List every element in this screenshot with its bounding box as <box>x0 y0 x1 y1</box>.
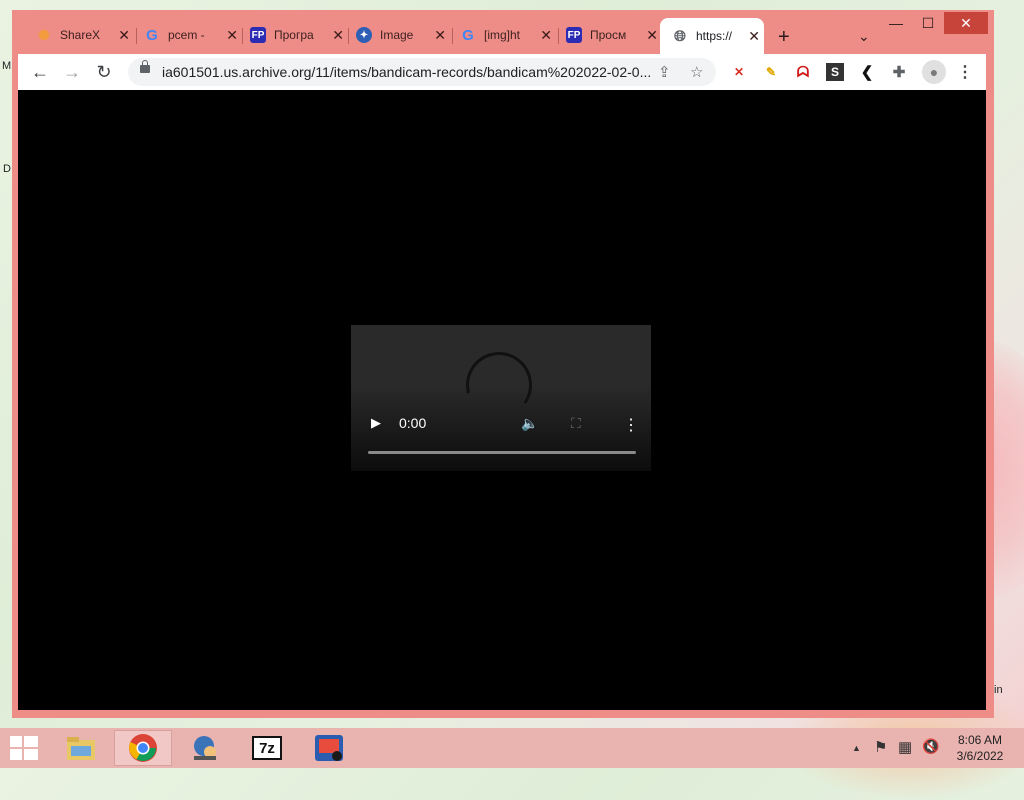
clock-time: 8:06 AM <box>957 733 1003 747</box>
browser-toolbar: ← → ↻ ia601501.us.archive.org/11/items/b… <box>18 54 986 90</box>
tab-pcem[interactable]: G pcem - ✕ <box>132 22 242 48</box>
forward-button[interactable]: → <box>60 60 84 84</box>
puzzle-extensions-icon[interactable]: ✚ <box>890 63 908 81</box>
tab-active-archive[interactable]: 🌐︎ https:// ✕ <box>660 18 764 54</box>
tab-title: Просм <box>590 28 627 42</box>
tab-title: [img]ht <box>484 28 521 42</box>
maximize-button[interactable]: ☐ <box>914 12 942 34</box>
minimize-button[interactable]: — <box>882 12 910 34</box>
installer-icon[interactable] <box>300 730 358 766</box>
lock-icon[interactable] <box>140 60 150 73</box>
chrome-icon[interactable] <box>114 730 172 766</box>
tab-close-icon[interactable]: ✕ <box>332 27 344 44</box>
tab-sharex[interactable]: ✺ ShareX ✕ <box>24 22 134 48</box>
tab-close-icon[interactable]: ✕ <box>226 27 238 44</box>
tab-close-icon[interactable]: ✕ <box>646 27 658 44</box>
video-player[interactable]: ▶ 0:00 🔈 ⛶ ⋮ <box>351 325 651 471</box>
back-button[interactable]: ← <box>28 60 52 84</box>
7zip-logo: 7z <box>252 736 282 760</box>
action-center-flag-icon[interactable]: ⚑ <box>874 738 887 756</box>
volume-icon[interactable]: 🔈 <box>521 415 538 432</box>
s-extension-icon[interactable]: S <box>826 63 844 81</box>
tab-title: Програ <box>274 28 314 42</box>
profile-icon[interactable]: ● <box>922 60 946 84</box>
play-button[interactable]: ▶ <box>371 415 381 431</box>
tray-chevron-icon[interactable]: ▲ <box>852 743 861 753</box>
url-text[interactable]: ia601501.us.archive.org/11/items/bandica… <box>162 64 652 80</box>
installer-box-icon <box>315 735 343 761</box>
file-explorer-icon[interactable] <box>52 730 110 766</box>
tab-close-icon[interactable]: ✕ <box>434 27 446 44</box>
more-options-icon[interactable]: ⋮ <box>623 415 639 435</box>
tab-programma[interactable]: FP Програ ✕ <box>238 22 348 48</box>
system-clock[interactable]: 8:06 AM 3/6/2022 <box>950 732 1010 764</box>
close-window-button[interactable]: ✕ <box>944 12 988 34</box>
tab-title: pcem - <box>168 28 205 42</box>
chevron-extension-icon[interactable]: ❮ <box>858 63 876 81</box>
taskbar: 7z ▲ ⚑ ▦ 🔇 8:06 AM 3/6/2022 <box>0 728 1024 768</box>
fullscreen-icon[interactable]: ⛶ <box>571 415 581 432</box>
menu-kebab-icon[interactable]: ⋮ <box>956 63 974 81</box>
tab-close-icon[interactable]: ✕ <box>118 27 130 44</box>
tab-search-button[interactable]: ⌄ <box>858 28 870 45</box>
share-icon[interactable]: ⇪ <box>658 63 671 81</box>
tab-img-search[interactable]: G [img]ht ✕ <box>448 22 556 48</box>
globe-user-icon <box>194 736 216 760</box>
browser-window: ✺ ShareX ✕ G pcem - ✕ FP Програ ✕ ✦ Imag… <box>12 10 994 718</box>
ghost-extension-icon[interactable]: ᗣ <box>794 63 812 81</box>
reload-button[interactable]: ↻ <box>92 60 116 84</box>
tab-title: ShareX <box>60 28 101 42</box>
network-app-icon[interactable] <box>176 730 234 766</box>
clock-date: 3/6/2022 <box>956 749 1004 763</box>
desktop-icon-label[interactable]: D <box>3 163 11 175</box>
chrome-logo-icon <box>129 734 157 762</box>
folder-icon <box>67 737 95 760</box>
google-icon: G <box>462 26 474 44</box>
globe-icon: 🌐︎ <box>673 27 686 45</box>
windows-start-icon[interactable] <box>10 736 38 760</box>
tab-close-icon[interactable]: ✕ <box>748 28 760 45</box>
desktop-icon-label[interactable]: M <box>2 60 11 72</box>
tab-close-icon[interactable]: ✕ <box>540 27 552 44</box>
globe-compass-icon: ✦ <box>356 27 372 43</box>
tab-image[interactable]: ✦ Image ✕ <box>344 22 450 48</box>
7zip-icon[interactable]: 7z <box>238 730 296 766</box>
tab-strip: ✺ ShareX ✕ G pcem - ✕ FP Програ ✕ ✦ Imag… <box>12 10 994 54</box>
pencil-extension-icon[interactable]: ✎ <box>762 63 780 81</box>
network-icon[interactable]: ▦ <box>898 738 912 756</box>
tab-title: https:// <box>696 29 733 43</box>
sharex-icon: ✺ <box>38 26 50 43</box>
address-bar[interactable]: ia601501.us.archive.org/11/items/bandica… <box>128 58 716 86</box>
time-display: 0:00 <box>399 415 427 431</box>
progress-bar[interactable] <box>368 451 636 454</box>
bookmark-star-icon[interactable]: ☆ <box>690 63 703 81</box>
desktop-icon-label[interactable]: in <box>994 684 1003 696</box>
tab-prosmotr[interactable]: FP Просм ✕ <box>554 22 662 48</box>
shield-extension-icon[interactable]: ✕ <box>730 63 748 81</box>
fp-icon: FP <box>250 27 266 43</box>
new-tab-button[interactable]: + <box>778 26 790 49</box>
volume-muted-icon[interactable]: 🔇 <box>922 738 939 755</box>
fp-icon: FP <box>566 27 582 43</box>
page-content: ▶ 0:00 🔈 ⛶ ⋮ <box>18 90 986 710</box>
google-icon: G <box>146 26 158 44</box>
tab-title: Image <box>380 28 414 42</box>
